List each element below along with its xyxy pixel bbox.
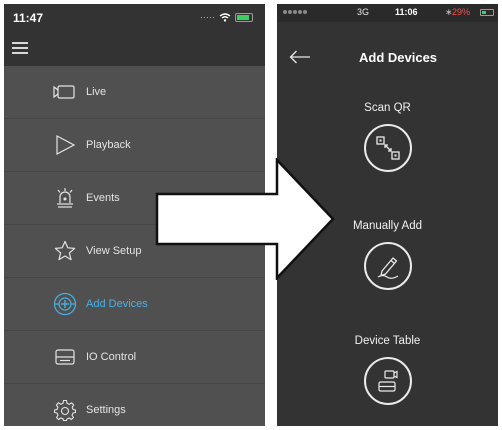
transition-arrow-icon xyxy=(155,158,335,280)
add-device-icon xyxy=(52,292,78,316)
back-arrow-icon[interactable] xyxy=(289,50,311,64)
menu-item-label: Add Devices xyxy=(86,298,148,310)
network-type: 3G xyxy=(357,7,370,17)
device-table-icon xyxy=(377,370,398,392)
signal-strength-icon xyxy=(283,10,307,14)
app-header: Add Devices xyxy=(277,22,498,94)
menu-item-live[interactable]: Live xyxy=(4,66,265,119)
camera-icon xyxy=(52,80,78,104)
menu-item-label: IO Control xyxy=(86,351,137,363)
hamburger-menu-icon[interactable] xyxy=(12,42,28,54)
status-time: 11:06 xyxy=(395,7,418,17)
screenshot-composite: 11:47 ····· Live Playback Events View Se… xyxy=(0,0,502,430)
device-table-button[interactable] xyxy=(363,357,412,405)
menu-item-label: Settings xyxy=(86,404,126,416)
alarm-icon xyxy=(52,186,78,210)
menu-item-label: View Setup xyxy=(86,245,142,257)
gear-icon xyxy=(52,398,78,422)
menu-item-settings[interactable]: Settings xyxy=(4,384,265,426)
star-icon xyxy=(52,239,78,263)
menu-item-add-devices[interactable]: Add Devices xyxy=(4,278,265,331)
wifi-icon xyxy=(219,12,231,22)
qr-scan-icon xyxy=(375,136,400,160)
status-bar: 3G 11:06 ∗ 29% xyxy=(277,4,498,22)
page-title: Add Devices xyxy=(359,50,438,65)
pencil-icon xyxy=(377,257,398,279)
scan-qr-button[interactable] xyxy=(363,124,412,172)
manual-add-button[interactable] xyxy=(363,242,412,290)
status-bar: 11:47 ····· xyxy=(4,4,265,32)
menu-item-label: Playback xyxy=(86,139,131,151)
scan-qr-label: Scan QR xyxy=(364,102,411,114)
app-header xyxy=(4,32,265,66)
io-control-icon xyxy=(52,345,78,369)
battery-icon xyxy=(235,12,253,22)
status-icons: ····· xyxy=(200,12,253,22)
device-table-option: Device Table xyxy=(277,335,498,405)
status-time: 11:47 xyxy=(13,11,44,25)
menu-item-io-control[interactable]: IO Control xyxy=(4,331,265,384)
signal-dots-icon: ····· xyxy=(200,12,215,22)
battery-icon xyxy=(480,9,494,16)
play-icon xyxy=(52,133,78,157)
battery-percentage: 29% xyxy=(452,7,471,17)
menu-item-label: Live xyxy=(86,86,107,98)
device-table-label: Device Table xyxy=(354,335,421,347)
menu-item-label: Events xyxy=(86,192,120,204)
